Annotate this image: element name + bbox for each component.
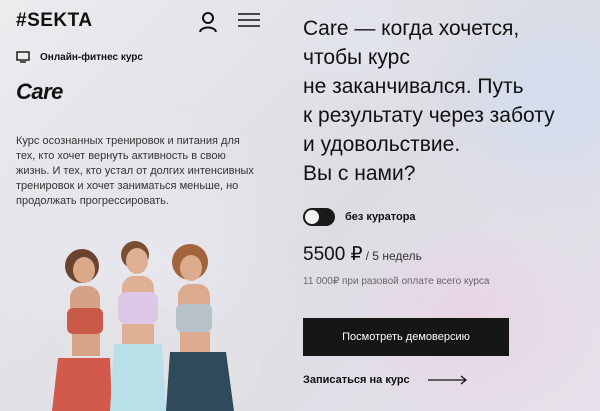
- hero-photo: [30, 241, 260, 411]
- headline-line: и удовольствие.: [303, 133, 461, 156]
- price-period: / 5 недель: [365, 249, 422, 263]
- curator-toggle[interactable]: [303, 208, 335, 226]
- headline-line: Care — когда хочется,: [303, 17, 520, 40]
- course-brand: Care: [16, 79, 63, 104]
- course-description: Курс осознанных тренировок и питания для…: [16, 135, 254, 207]
- course-type-label: Онлайн-фитнес курс: [40, 51, 143, 63]
- left-panel: #SEKTA Онлайн-фитнес курс Care Курс осоз…: [0, 0, 290, 411]
- logo[interactable]: #SEKTA: [16, 10, 93, 32]
- signup-label: Записаться на курс: [303, 374, 410, 386]
- price: 5500 ₽ / 5 недель: [303, 243, 422, 266]
- curator-toggle-label: без куратора: [345, 211, 416, 223]
- course-type: Онлайн-фитнес курс: [16, 51, 143, 63]
- headline-line: чтобы курс: [303, 46, 410, 69]
- right-panel: Care — когда хочется, чтобы курс не зака…: [290, 0, 600, 411]
- toggle-knob: [305, 210, 319, 224]
- headline-line: к результату через заботу: [303, 104, 555, 127]
- arrow-right-icon: [427, 375, 467, 385]
- demo-button[interactable]: Посмотреть демоверсию: [303, 318, 509, 356]
- curator-toggle-row: без куратора: [303, 208, 416, 226]
- hamburger-menu-icon[interactable]: [238, 13, 260, 27]
- price-value: 5500 ₽: [303, 244, 363, 265]
- user-icon[interactable]: [198, 11, 218, 33]
- signup-link[interactable]: Записаться на курс: [303, 374, 468, 386]
- headline-line: не заканчивался. Путь: [303, 75, 524, 98]
- hero-headline: Care — когда хочется, чтобы курс не зака…: [303, 14, 600, 188]
- monitor-icon: [16, 51, 30, 63]
- price-note: 11 000₽ при разовой оплате всего курса: [303, 276, 490, 287]
- headline-line: Вы с нами?: [303, 162, 416, 185]
